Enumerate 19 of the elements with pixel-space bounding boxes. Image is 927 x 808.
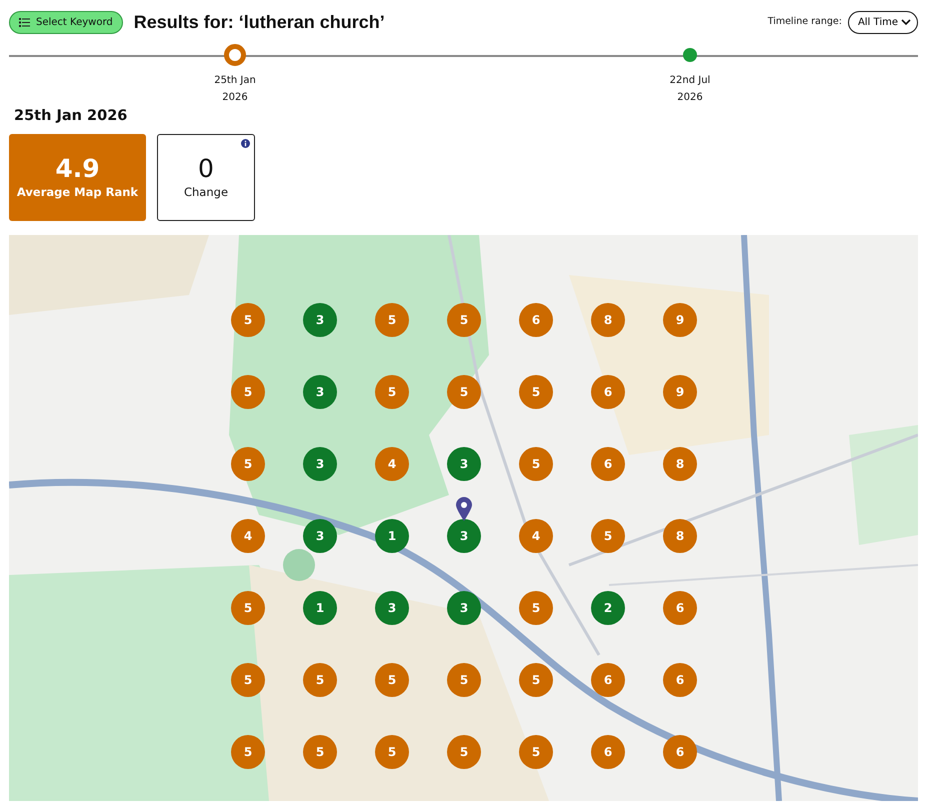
results-title: Results for: ‘lutheran church’ [134,10,385,34]
list-icon [19,18,30,26]
timeline-range-label: Timeline range: [768,14,842,29]
timeline-point[interactable] [683,48,697,62]
info-icon[interactable] [241,138,250,148]
date-heading: 25th Jan 2026 [14,107,128,126]
timeline-date: 22nd Jul [670,74,710,88]
timeline-year: 2026 [677,91,703,105]
timeline-year: 2026 [222,91,248,105]
stat-label: Change [184,184,228,201]
map-pin-icon[interactable] [456,496,472,521]
select-keyword-button[interactable]: Select Keyword [9,10,123,34]
chevron-down-icon [901,18,911,26]
timeline-date: 25th Jan [214,74,256,88]
timeline-point[interactable] [224,44,246,66]
timeline-range-select[interactable]: All Time [848,10,918,34]
stat-label: Average Map Rank [16,184,138,201]
stat-value: 0 [198,154,214,184]
stat-value: 4.9 [55,154,100,184]
